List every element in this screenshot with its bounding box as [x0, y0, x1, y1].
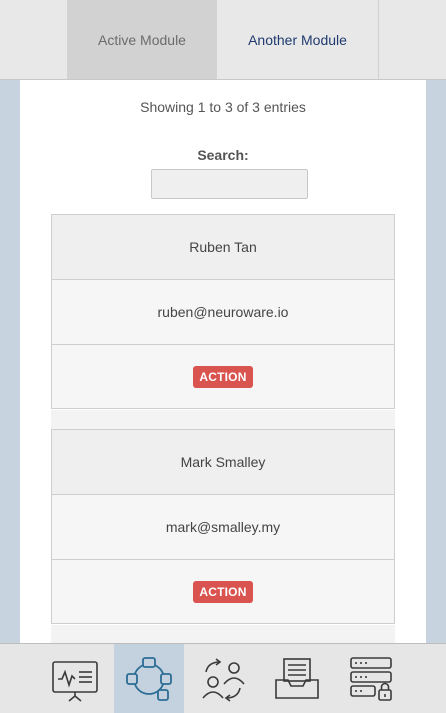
- tool-network[interactable]: [114, 644, 184, 713]
- action-cell: ACTION: [51, 559, 395, 624]
- action-button[interactable]: ACTION: [193, 365, 253, 388]
- main-panel: Showing 1 to 3 of 3 entries Search: Rube…: [20, 80, 426, 643]
- entries-info: Showing 1 to 3 of 3 entries: [140, 99, 306, 115]
- email-value: ruben@neuroware.io: [157, 304, 289, 320]
- network-nodes-icon: [126, 657, 172, 701]
- action-button[interactable]: ACTION: [193, 580, 253, 603]
- email-value: mark@smalley.my: [165, 519, 281, 535]
- name-cell: Mark Smalley: [51, 429, 395, 494]
- tool-dashboard[interactable]: [40, 644, 110, 713]
- presentation-chart-icon: [52, 661, 98, 702]
- name-value: Ruben Tan: [189, 239, 257, 255]
- user-exchange-icon: [202, 658, 245, 702]
- tab-another-module[interactable]: Another Module: [217, 0, 379, 79]
- search-label: Search:: [197, 147, 249, 163]
- search-input[interactable]: [151, 169, 308, 199]
- record-card: Ruben Tan ruben@neuroware.io ACTION: [51, 214, 395, 409]
- email-cell: mark@smalley.my: [51, 494, 395, 559]
- bottom-toolbar: [0, 643, 446, 713]
- action-cell: ACTION: [51, 344, 395, 409]
- inbox-tray-icon: [275, 658, 319, 699]
- record-separator: [51, 410, 395, 430]
- record-separator: [51, 625, 395, 643]
- tool-server[interactable]: [336, 644, 406, 713]
- email-cell: ruben@neuroware.io: [51, 279, 395, 344]
- record-card: Mark Smalley mark@smalley.my ACTION: [51, 429, 395, 624]
- tool-inbox[interactable]: [262, 644, 332, 713]
- tab-active-module[interactable]: Active Module: [67, 0, 217, 79]
- top-nav: Active Module Another Module: [0, 0, 446, 80]
- secure-server-icon: [350, 657, 392, 701]
- name-cell: Ruben Tan: [51, 214, 395, 279]
- tab-label: Active Module: [98, 31, 186, 48]
- tab-label: Another Module: [248, 31, 347, 48]
- tool-users[interactable]: [188, 644, 258, 713]
- name-value: Mark Smalley: [180, 454, 266, 470]
